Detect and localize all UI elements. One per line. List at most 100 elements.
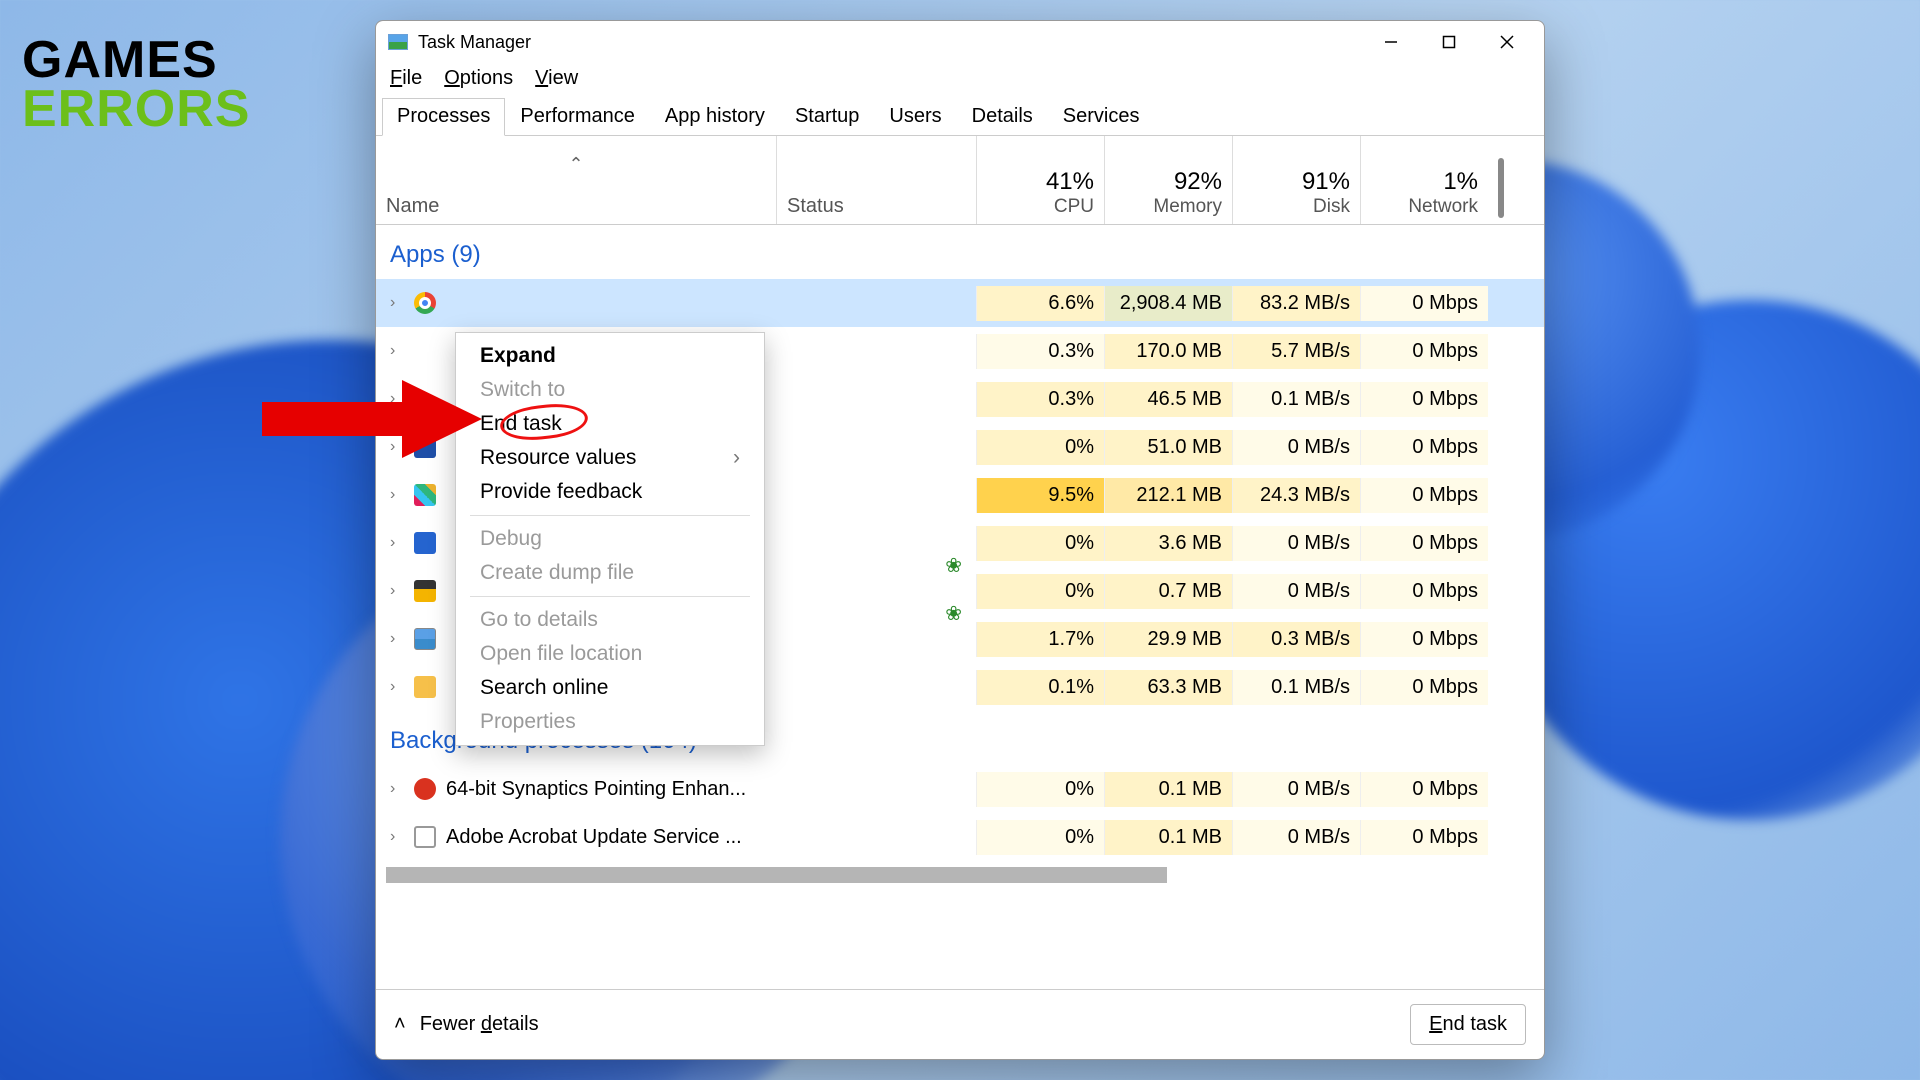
footer: ˄ Fewer details End task — [376, 989, 1544, 1059]
menu-item-search-online[interactable]: Search online — [456, 671, 764, 705]
maximize-button[interactable] — [1420, 24, 1478, 60]
cpu-cell: 6.6% — [976, 286, 1104, 321]
app-icon — [414, 778, 436, 800]
disk-cell: 24.3 MB/s — [1232, 478, 1360, 513]
expand-chevron-icon[interactable]: › — [390, 630, 404, 648]
menu-item-go-to-details: Go to details — [456, 603, 764, 637]
expand-chevron-icon[interactable]: › — [390, 582, 404, 600]
expand-chevron-icon[interactable]: › — [390, 486, 404, 504]
net-cell: 0 Mbps — [1360, 382, 1488, 417]
mem-cell: 51.0 MB — [1104, 430, 1232, 465]
close-button[interactable] — [1478, 24, 1536, 60]
tab-details[interactable]: Details — [957, 98, 1048, 135]
expand-chevron-icon[interactable]: › — [390, 678, 404, 696]
submenu-chevron-icon: › — [733, 446, 740, 470]
cpu-cell: 9.5% — [976, 478, 1104, 513]
end-task-button[interactable]: End task — [1410, 1004, 1526, 1045]
col-network[interactable]: 1% Network — [1360, 136, 1488, 224]
minimize-icon — [1383, 34, 1399, 50]
mem-cell: 29.9 MB — [1104, 622, 1232, 657]
net-cell: 0 Mbps — [1360, 286, 1488, 321]
app-icon — [414, 484, 436, 506]
net-cell: 0 Mbps — [1360, 772, 1488, 807]
menu-item-provide-feedback[interactable]: Provide feedback — [456, 475, 764, 509]
col-cpu[interactable]: 41% CPU — [976, 136, 1104, 224]
menu-item-properties: Properties — [456, 705, 764, 739]
mem-cell: 46.5 MB — [1104, 382, 1232, 417]
app-icon — [414, 676, 436, 698]
app-icon — [414, 826, 436, 848]
cpu-cell: 0.1% — [976, 670, 1104, 705]
cpu-cell: 0% — [976, 820, 1104, 855]
process-row[interactable]: ›Adobe Acrobat Update Service ...0%0.1 M… — [376, 813, 1544, 861]
menu-item-end-task[interactable]: End task — [456, 407, 764, 441]
disk-cell: 0 MB/s — [1232, 430, 1360, 465]
menu-item-expand[interactable]: Expand — [456, 339, 764, 373]
mem-cell: 170.0 MB — [1104, 334, 1232, 369]
tab-startup[interactable]: Startup — [780, 98, 874, 135]
menu-item-open-file-location: Open file location — [456, 637, 764, 671]
mem-cell: 63.3 MB — [1104, 670, 1232, 705]
cpu-cell: 0.3% — [976, 334, 1104, 369]
app-icon — [414, 628, 436, 650]
maximize-icon — [1442, 35, 1456, 49]
disk-cell: 0.1 MB/s — [1232, 382, 1360, 417]
tab-strip: ProcessesPerformanceApp historyStartupUs… — [376, 98, 1544, 136]
app-icon — [414, 292, 436, 314]
net-cell: 0 Mbps — [1360, 526, 1488, 561]
expand-chevron-icon[interactable]: › — [390, 780, 404, 798]
tab-users[interactable]: Users — [874, 98, 956, 135]
watermark-line2: ERRORS — [22, 85, 250, 134]
menu-item-create-dump-file: Create dump file — [456, 556, 764, 590]
net-cell: 0 Mbps — [1360, 622, 1488, 657]
process-row[interactable]: ›6.6%2,908.4 MB83.2 MB/s0 Mbps — [376, 279, 1544, 327]
process-name: Adobe Acrobat Update Service ... — [446, 826, 742, 849]
expand-chevron-icon[interactable]: › — [390, 294, 404, 312]
menu-item-switch-to: Switch to — [456, 373, 764, 407]
tab-app-history[interactable]: App history — [650, 98, 780, 135]
sort-chevron-icon: ⌃ — [386, 154, 766, 175]
mem-cell: 3.6 MB — [1104, 526, 1232, 561]
col-name[interactable]: ⌃ Name — [376, 136, 776, 224]
cpu-cell: 0.3% — [976, 382, 1104, 417]
expand-chevron-icon[interactable]: › — [390, 342, 404, 360]
process-name: 64-bit Synaptics Pointing Enhan... — [446, 778, 746, 801]
mem-cell: 2,908.4 MB — [1104, 286, 1232, 321]
cpu-cell: 1.7% — [976, 622, 1104, 657]
menu-options[interactable]: Options — [444, 67, 513, 90]
vertical-scrollbar[interactable] — [1488, 136, 1508, 224]
column-headers: ⌃ Name Status 41% CPU 92% Memory 91% Dis… — [376, 136, 1544, 225]
process-row[interactable]: › 64-bit Synaptics Pointing Enhan... 0%0.1… — [376, 765, 1544, 813]
menu-view[interactable]: View — [535, 67, 578, 90]
col-disk[interactable]: 91% Disk — [1232, 136, 1360, 224]
cpu-cell: 0% — [976, 526, 1104, 561]
menubar: File Options View — [376, 63, 1544, 98]
disk-cell: 0 MB/s — [1232, 526, 1360, 561]
efficiency-leaf-icon: ❀ — [945, 553, 962, 578]
net-cell: 0 Mbps — [1360, 334, 1488, 369]
watermark-logo: GAMES ERRORS — [22, 36, 250, 135]
expand-chevron-icon[interactable]: › — [390, 534, 404, 552]
context-menu: ExpandSwitch toEnd taskResource values›P… — [455, 332, 765, 746]
titlebar[interactable]: Task Manager — [376, 21, 1544, 63]
mem-cell: 212.1 MB — [1104, 478, 1232, 513]
mem-cell: 0.1 MB — [1104, 772, 1232, 807]
efficiency-leaf-icon: ❀ — [945, 601, 962, 626]
col-memory[interactable]: 92% Memory — [1104, 136, 1232, 224]
net-cell: 0 Mbps — [1360, 670, 1488, 705]
horizontal-scrollbar[interactable] — [386, 867, 1534, 883]
watermark-line1: GAMES — [22, 36, 250, 85]
tab-performance[interactable]: Performance — [505, 98, 650, 135]
tab-processes[interactable]: Processes — [382, 98, 505, 136]
expand-chevron-icon[interactable]: › — [390, 828, 404, 846]
tab-services[interactable]: Services — [1048, 98, 1155, 135]
cpu-cell: 0% — [976, 772, 1104, 807]
col-status[interactable]: Status — [776, 136, 976, 224]
menu-item-resource-values[interactable]: Resource values› — [456, 441, 764, 475]
minimize-button[interactable] — [1362, 24, 1420, 60]
apps-section-header[interactable]: Apps (9) — [376, 225, 1544, 279]
net-cell: 0 Mbps — [1360, 430, 1488, 465]
menu-item-debug: Debug — [456, 522, 764, 556]
fewer-details-link[interactable]: Fewer details — [420, 1013, 539, 1036]
menu-file[interactable]: File — [390, 67, 422, 90]
